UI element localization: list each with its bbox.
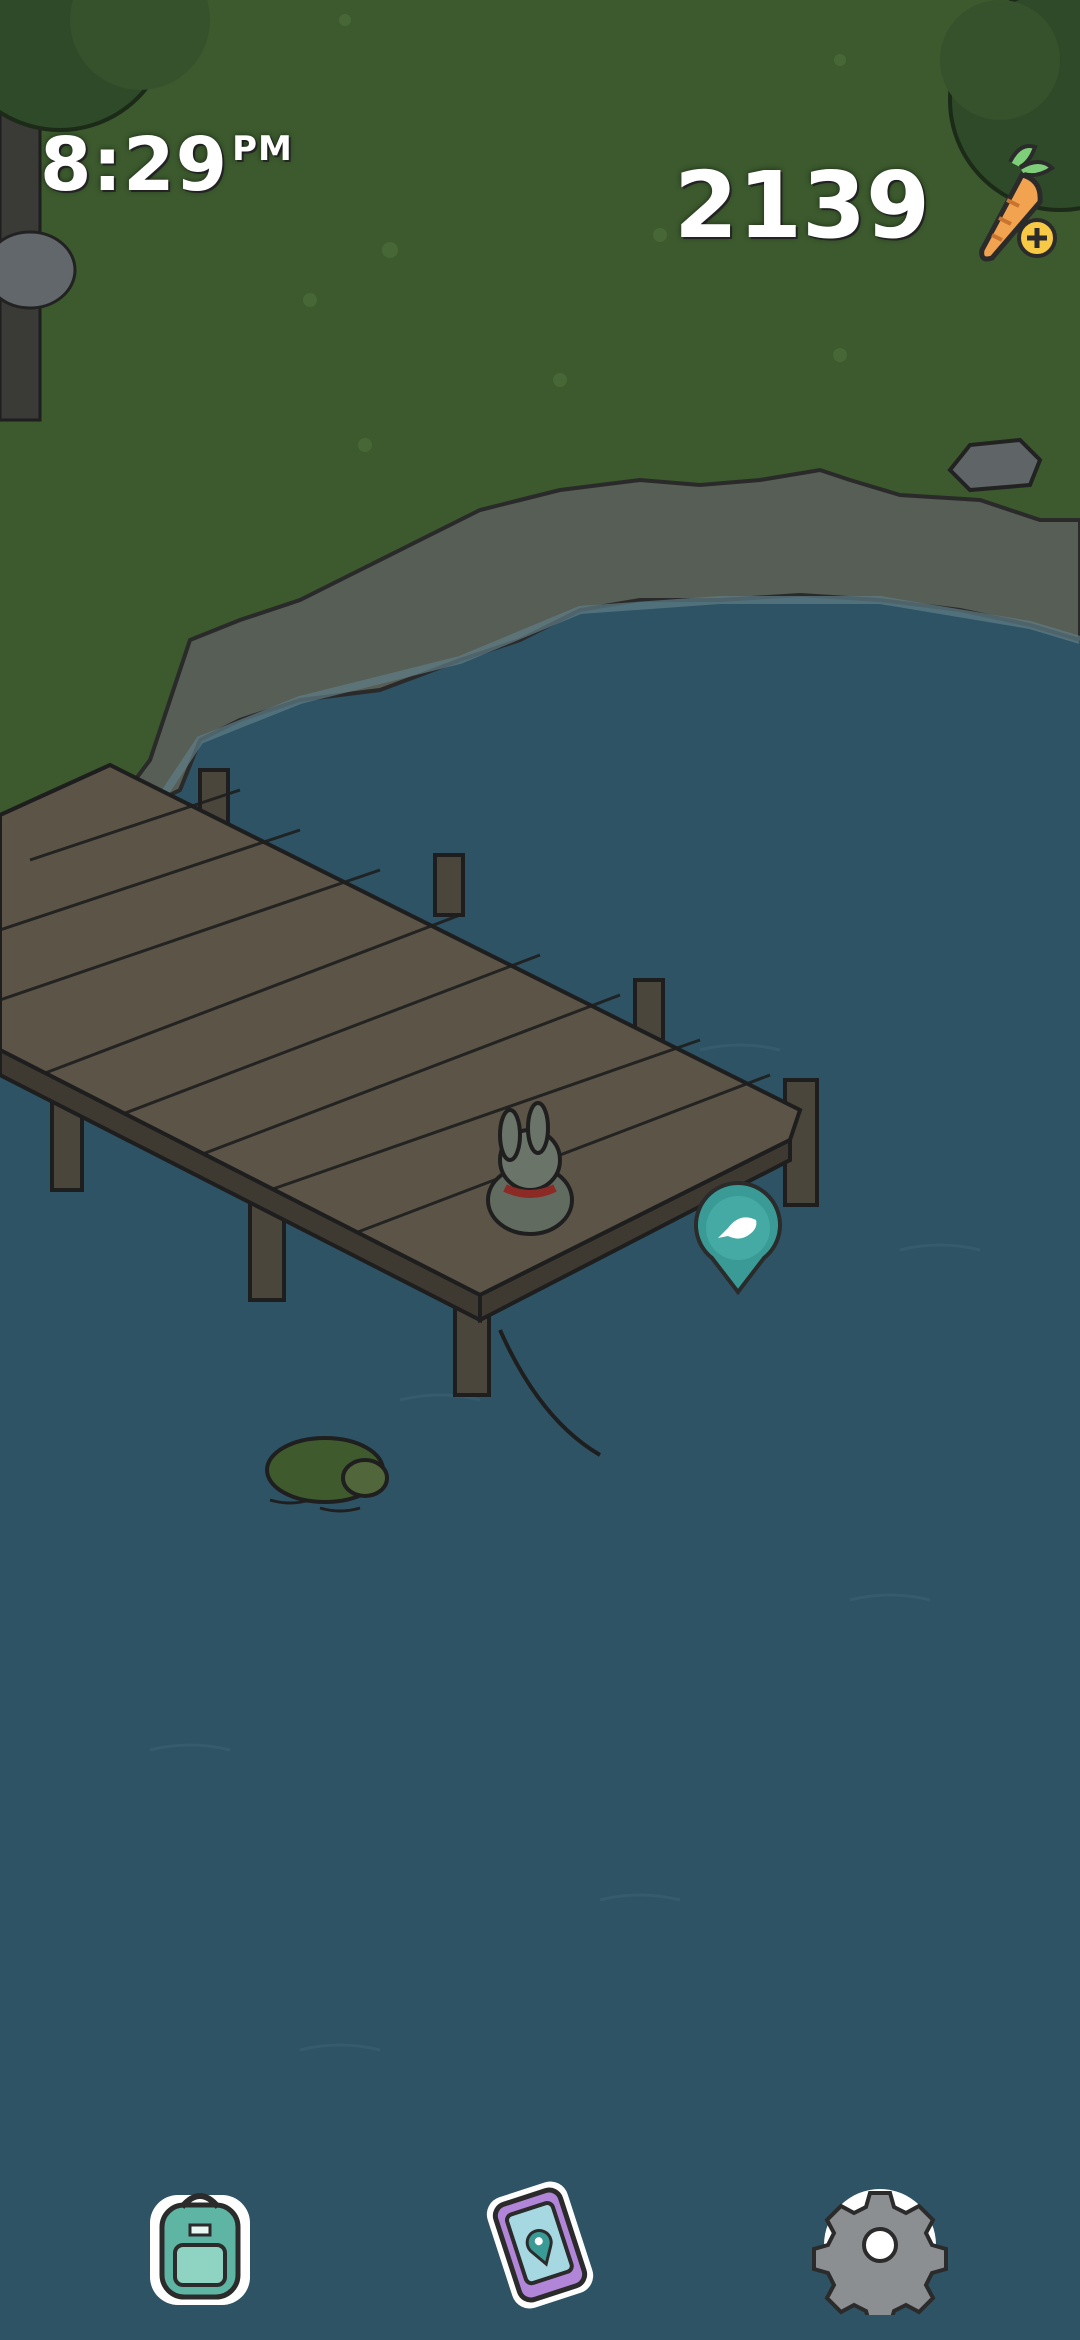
gear-icon bbox=[812, 2189, 948, 2327]
carrot-add-button[interactable] bbox=[952, 140, 1072, 270]
game-scene bbox=[0, 0, 1080, 2340]
phone-map-icon bbox=[486, 2181, 594, 2309]
carrot-count: 2139 bbox=[673, 152, 930, 259]
clock: 8:29 PM bbox=[40, 128, 293, 202]
clock-ampm: PM bbox=[232, 129, 293, 169]
backpack-button[interactable] bbox=[130, 2175, 270, 2315]
phone-map-button[interactable] bbox=[470, 2175, 610, 2315]
backpack-icon bbox=[150, 2193, 250, 2305]
settings-button[interactable] bbox=[810, 2175, 950, 2327]
fishing-spot-marker[interactable] bbox=[692, 1180, 784, 1300]
carrot-plus-icon bbox=[979, 144, 1057, 262]
clock-time: 8:29 bbox=[40, 122, 229, 208]
fish-marker-icon bbox=[694, 1181, 782, 1296]
